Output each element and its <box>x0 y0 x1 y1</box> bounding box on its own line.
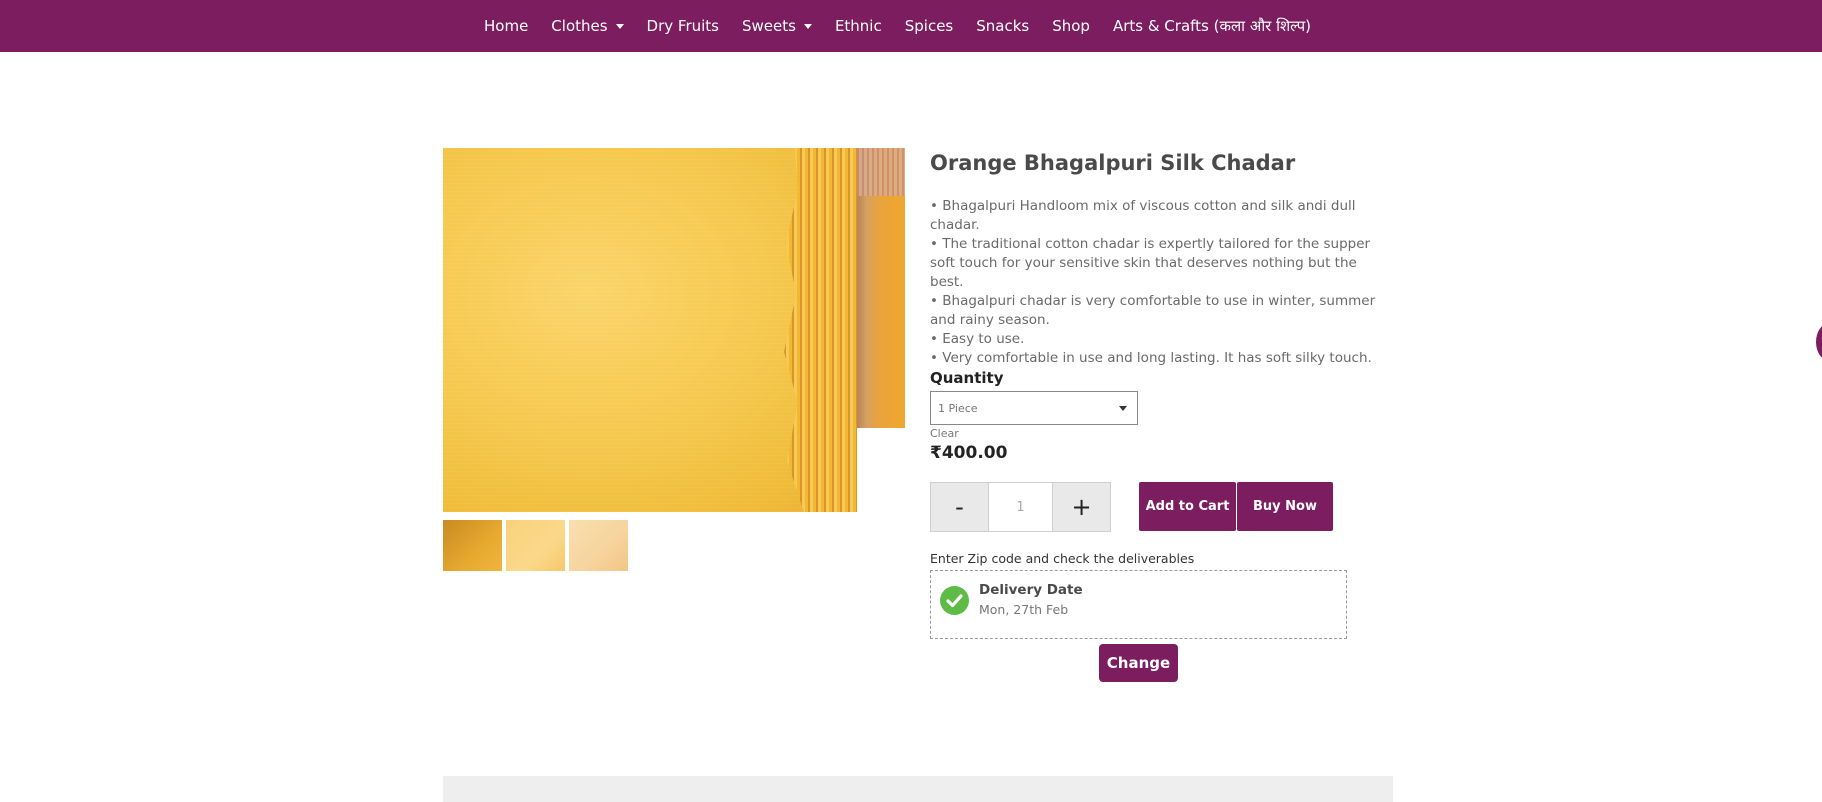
nav-item-label: Spices <box>904 17 954 35</box>
floating-widget-button[interactable] <box>1816 324 1822 360</box>
nav-item-snacks[interactable]: Snacks <box>976 17 1029 35</box>
nav-item-label: Dry Fruits <box>646 17 719 35</box>
nav-item-label: Sweets <box>741 17 796 35</box>
quantity-input[interactable] <box>989 483 1052 531</box>
nav-item-label: Arts & Crafts (कला और शिल्प) <box>1112 17 1311 35</box>
product-description: • Bhagalpuri Handloom mix of viscous cot… <box>930 197 1390 368</box>
nav-item-spices[interactable]: Spices <box>905 17 954 35</box>
description-line: • Bhagalpuri chadar is very comfortable … <box>930 293 1376 328</box>
quantity-select[interactable]: 1 Piece <box>930 391 1138 425</box>
description-line: • The traditional cotton chadar is exper… <box>930 236 1371 290</box>
delivery-date-value: Mon, 27th Feb <box>979 602 1069 617</box>
nav-item-home[interactable]: Home <box>484 17 528 35</box>
nav-item-label: Snacks <box>976 17 1030 35</box>
nav-item-clothes[interactable]: Clothes <box>551 17 624 35</box>
nav-item-label: Home <box>484 17 529 35</box>
nav-menu: Home Clothes Dry Fruits Sweets Ethnic Sp… <box>484 0 1334 52</box>
quantity-stepper: - + <box>930 482 1111 532</box>
caret-down-icon <box>803 23 812 29</box>
quantity-label: Quantity <box>930 369 1004 387</box>
product-thumbnail[interactable] <box>569 520 628 571</box>
nav-item-shop[interactable]: Shop <box>1052 17 1090 35</box>
add-to-cart-button[interactable]: Add to Cart <box>1139 482 1236 531</box>
delivery-date-title: Delivery Date <box>979 582 1083 598</box>
decrement-button[interactable]: - <box>931 483 989 531</box>
fabric-fold-image <box>857 148 905 428</box>
product-main-image[interactable] <box>443 148 905 512</box>
zip-code-prompt: Enter Zip code and check the deliverable… <box>930 551 1195 566</box>
nav-item-label: Clothes <box>551 17 608 35</box>
top-navigation-bar: Home Clothes Dry Fruits Sweets Ethnic Sp… <box>0 0 1822 52</box>
buy-now-button[interactable]: Buy Now <box>1237 482 1333 531</box>
description-line: • Bhagalpuri Handloom mix of viscous cot… <box>930 198 1356 233</box>
nav-item-ethnic[interactable]: Ethnic <box>835 17 882 35</box>
change-zip-button[interactable]: Change <box>1099 644 1178 682</box>
delivery-info-box: Delivery Date Mon, 27th Feb <box>930 570 1347 639</box>
fabric-border-stripes <box>857 148 905 196</box>
nav-item-arts-crafts[interactable]: Arts & Crafts (कला और शिल्प) <box>1113 16 1311 36</box>
nav-item-label: Ethnic <box>834 17 882 35</box>
increment-button[interactable]: + <box>1052 483 1110 531</box>
nav-item-label: Shop <box>1052 17 1090 35</box>
description-line: • Very comfortable in use and long lasti… <box>930 350 1372 366</box>
nav-item-dry-fruits[interactable]: Dry Fruits <box>647 17 719 35</box>
caret-down-icon <box>615 23 624 29</box>
check-circle-icon <box>940 586 969 615</box>
quantity-selected-value: 1 Piece <box>938 401 978 415</box>
product-price: ₹400.00 <box>930 443 1008 463</box>
product-thumbnail[interactable] <box>506 520 565 571</box>
product-thumbnail[interactable] <box>443 520 502 571</box>
nav-item-sweets[interactable]: Sweets <box>742 17 812 35</box>
caret-down-icon <box>1119 406 1127 411</box>
product-thumbnails <box>443 520 632 571</box>
footer-section <box>443 776 1393 802</box>
description-line: • Easy to use. <box>930 331 1025 347</box>
product-title: Orange Bhagalpuri Silk Chadar <box>930 151 1296 175</box>
fabric-image <box>443 148 857 512</box>
clear-selection-link[interactable]: Clear <box>930 427 959 440</box>
